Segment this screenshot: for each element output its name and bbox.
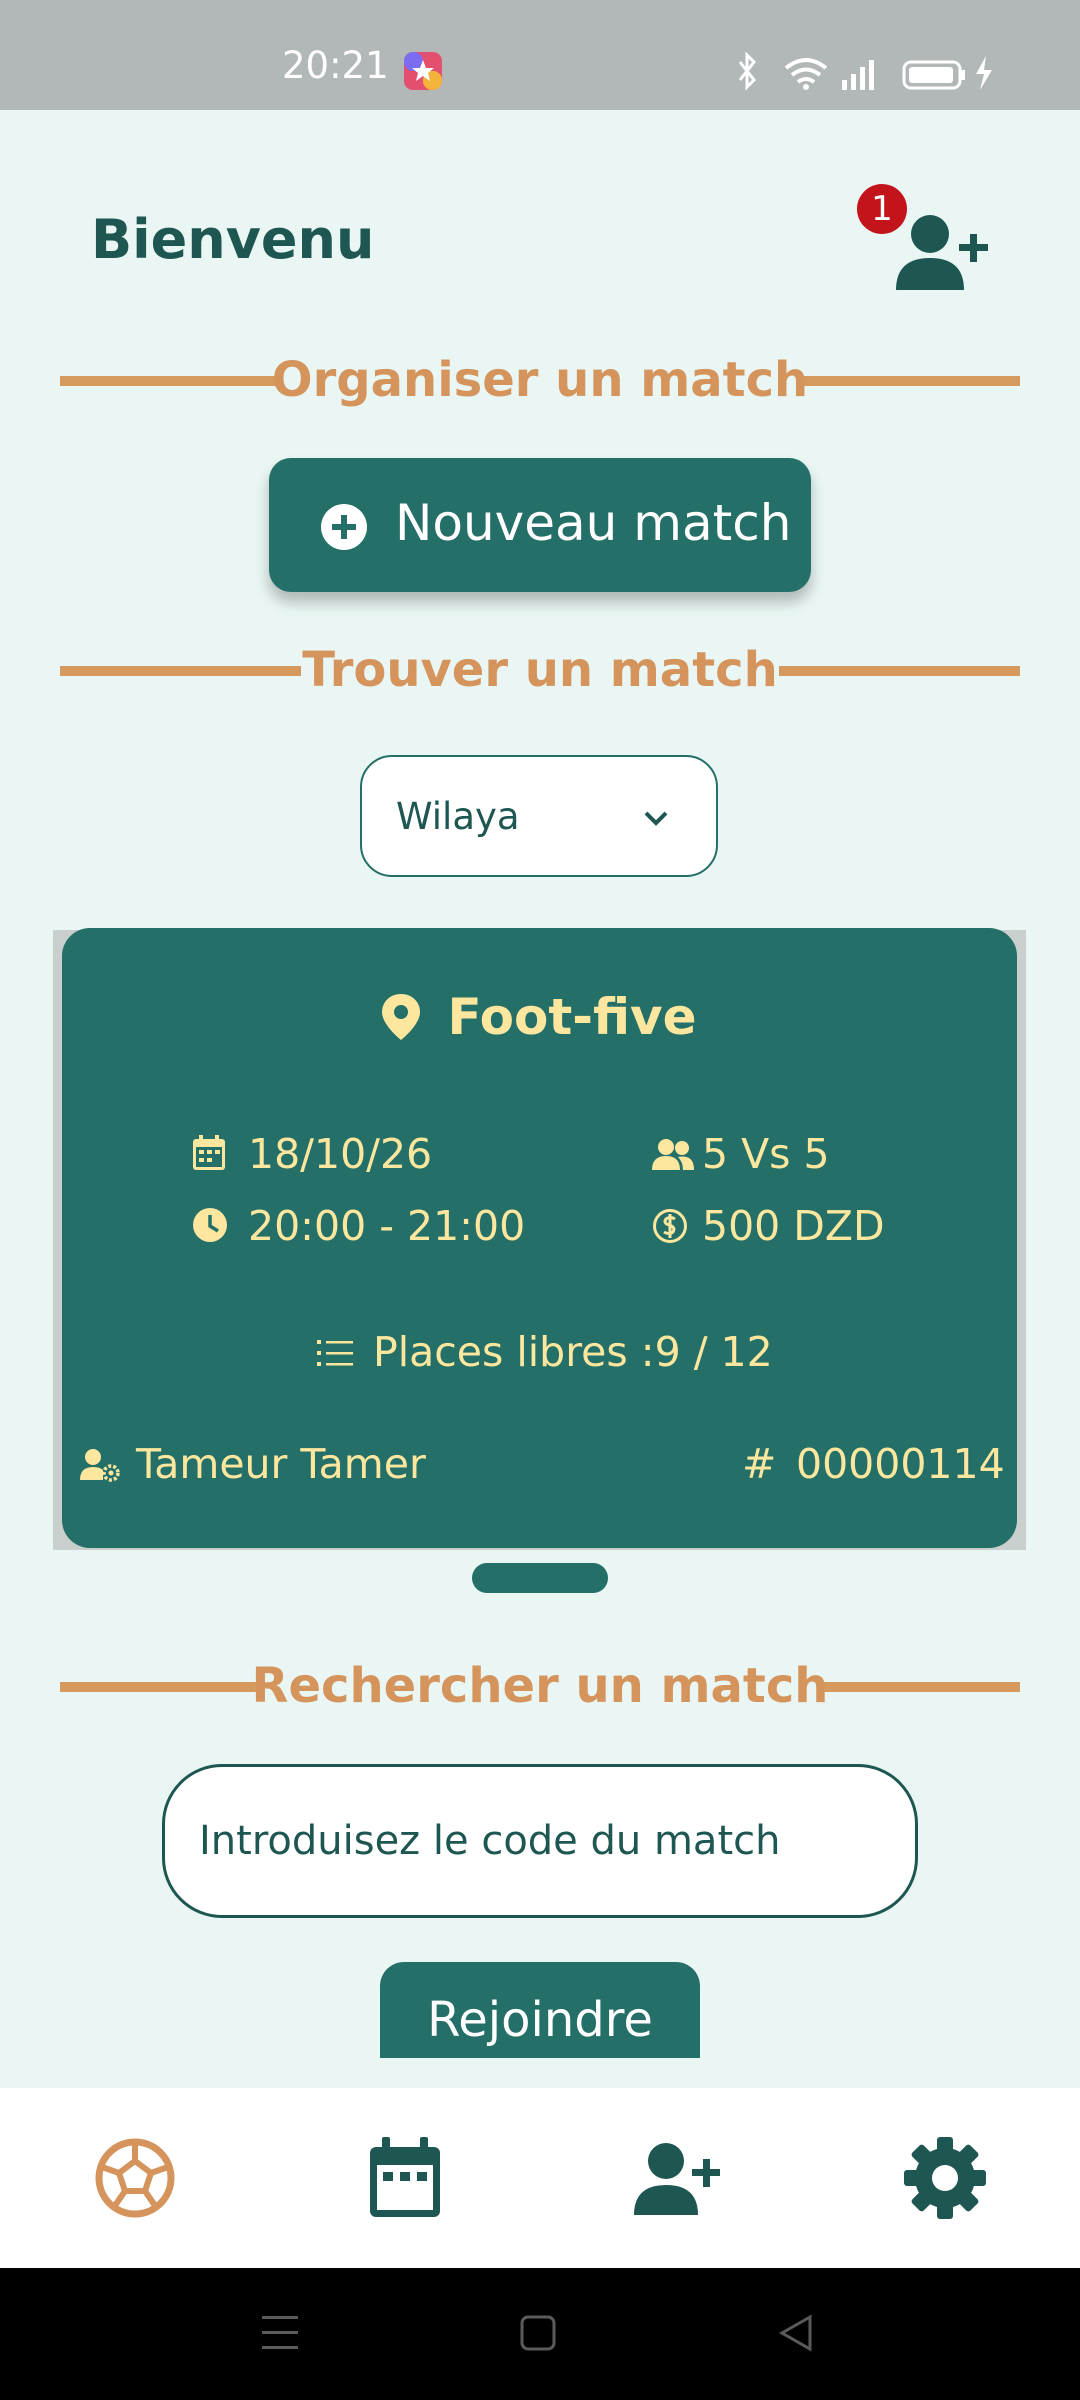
- new-match-label: Nouveau match: [395, 494, 792, 552]
- match-code-input[interactable]: [162, 1764, 918, 1918]
- status-time: 20:21: [282, 44, 389, 87]
- section-find-label: Trouver un match: [302, 642, 778, 698]
- menu-icon[interactable]: [262, 2314, 298, 2352]
- section-organize-label: Organiser un match: [271, 352, 809, 408]
- dollar-circle-icon: [653, 1209, 687, 1243]
- section-search-label: Rechercher un match: [251, 1658, 829, 1714]
- join-button-label: Rejoindre: [427, 1992, 653, 2048]
- places-available: Places libres :9 / 12: [373, 1328, 773, 1376]
- back-icon[interactable]: [778, 2314, 814, 2352]
- match-format-row: 5 Vs 5: [652, 1130, 912, 1180]
- wifi-icon: [784, 58, 828, 84]
- bluetooth-icon: [738, 51, 756, 91]
- settings-icon[interactable]: [900, 2133, 990, 2223]
- chevron-down-icon: [644, 811, 668, 826]
- section-find: Trouver un match: [60, 640, 1020, 700]
- battery-icon: [902, 60, 965, 90]
- match-format: 5 Vs 5: [702, 1130, 830, 1178]
- notification-badge: 1: [857, 184, 907, 234]
- signal-icon: [842, 60, 874, 90]
- wilaya-dropdown[interactable]: Wilaya: [360, 755, 718, 877]
- match-date-row: 18/10/26: [192, 1130, 492, 1180]
- calendar-icon[interactable]: [360, 2133, 450, 2223]
- status-bar: 20:21: [0, 0, 1080, 110]
- add-friend-icon[interactable]: [630, 2133, 720, 2223]
- section-search: Rechercher un match: [60, 1656, 1020, 1716]
- match-time-row: 20:00 - 21:00: [192, 1202, 532, 1252]
- players-icon: [652, 1139, 694, 1170]
- match-card-header: Foot-five: [62, 988, 1017, 1046]
- carousel-indicator: [472, 1563, 608, 1593]
- match-name: Foot-five: [447, 988, 697, 1046]
- list-icon: [317, 1340, 353, 1366]
- match-price: 500 DZD: [702, 1202, 885, 1250]
- join-button[interactable]: Rejoindre: [380, 1962, 700, 2058]
- organizer-row: Tameur Tamer: [80, 1440, 480, 1490]
- clock-icon: [193, 1208, 227, 1242]
- match-date: 18/10/26: [248, 1130, 433, 1178]
- match-code-row: # 00000114: [742, 1440, 1005, 1490]
- section-organize: Organiser un match: [60, 350, 1020, 410]
- add-friend-icon[interactable]: [892, 212, 992, 292]
- location-pin-icon: [382, 994, 421, 1040]
- new-match-button[interactable]: Nouveau match: [269, 458, 811, 592]
- organizer-name: Tameur Tamer: [136, 1440, 426, 1488]
- wilaya-selected-value: Wilaya: [396, 795, 520, 838]
- soccer-ball-icon[interactable]: [90, 2133, 180, 2223]
- page-title: Bienvenu: [91, 208, 375, 271]
- places-row: Places libres :9 / 12: [317, 1328, 837, 1378]
- calendar-icon: [193, 1135, 225, 1170]
- match-price-row: 500 DZD: [652, 1202, 932, 1252]
- bottom-navigation: [0, 2088, 1080, 2268]
- app-notification-icon: [404, 52, 442, 90]
- match-code: 00000114: [796, 1440, 1005, 1488]
- system-navigation-bar: [0, 2268, 1080, 2400]
- hash-icon: #: [742, 1440, 777, 1488]
- charging-icon: [976, 56, 992, 90]
- user-settings-icon: [80, 1449, 120, 1482]
- match-time: 20:00 - 21:00: [248, 1202, 526, 1250]
- match-card[interactable]: Foot-five 18/10/26 20:00 - 21:00 5 Vs 5: [62, 928, 1017, 1548]
- home-icon[interactable]: [520, 2314, 556, 2352]
- status-icons: [738, 51, 992, 91]
- plus-circle-icon: [321, 504, 367, 550]
